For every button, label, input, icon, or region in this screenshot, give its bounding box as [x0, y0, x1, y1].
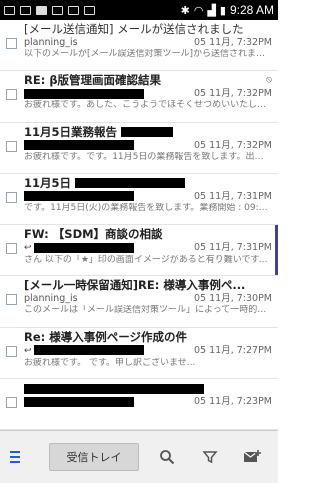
- email-date: 05 11月, 7:23PM: [194, 396, 272, 408]
- app-icon: [52, 5, 63, 15]
- reply-icon: ↩: [24, 345, 32, 356]
- select-checkbox[interactable]: [6, 397, 17, 409]
- email-list[interactable]: [メール送信通知] メールが送信されました planning_is 05 11月…: [0, 20, 278, 430]
- email-preview: このメールは「メール誤送信対策ツール」によって一時的に保留されました。 メールの…: [24, 305, 272, 316]
- redacted-sender: [33, 345, 144, 356]
- select-checkbox[interactable]: [6, 38, 17, 49]
- email-item[interactable]: 11月5日 05 11月, 7:31PM です。11月5日(火)の業務報告を致し…: [0, 174, 278, 226]
- settings-icon: [84, 5, 95, 15]
- email-item[interactable]: [メール一時保留通知]RE: 様導入事例ペ... planning_is 05 …: [0, 276, 278, 328]
- reply-icon: ↩: [24, 243, 32, 254]
- redacted-sender: [33, 242, 134, 253]
- email-subject: 11月5日: [24, 176, 272, 190]
- email-item[interactable]: 05 11月, 7:23PM: [0, 379, 278, 430]
- email-subject: [24, 381, 272, 395]
- email-icon: [20, 5, 31, 15]
- email-date: 05 11月, 7:30PM: [194, 293, 272, 305]
- select-checkbox[interactable]: [6, 294, 17, 306]
- email-item[interactable]: Re: 様導入事例ページ作成の件 ↩ 05 11月, 7:27PM お疲れ様です…: [0, 328, 278, 380]
- email-sender: planning_is: [24, 293, 78, 305]
- email-subject: RE: β版管理画面確認結果: [24, 73, 162, 88]
- email-preview: さん 以下の「★」印の画面イメージがあると有り難いです。 ③ＶＥＣＴＡＮＴＳＤＭ…: [24, 255, 272, 266]
- mail-icon: [4, 5, 15, 15]
- email-date: 05 11月, 7:32PM: [194, 139, 272, 151]
- email-preview: お疲れ様です。あした、こうようでほそくせつめいいたします。管理画面のしゅうせ..…: [24, 100, 272, 111]
- select-checkbox[interactable]: [6, 345, 17, 357]
- email-subject: FW: 【SDM】商談の相談: [24, 227, 163, 242]
- email-item[interactable]: 11月5日業務報告 05 11月, 7:32PM お疲れ様です。です。11月5日…: [0, 123, 278, 174]
- clock: 9:28 AM: [229, 3, 274, 17]
- email-sender: planning_is: [24, 37, 78, 48]
- filter-icon[interactable]: [196, 442, 225, 472]
- image-icon: [36, 5, 47, 15]
- wifi-icon: ◠: [193, 3, 204, 17]
- email-preview: お疲れ様です。です。11月5日の業務報告を致します。出社 09:00 退社 19…: [24, 151, 272, 162]
- compose-icon[interactable]: [239, 442, 268, 472]
- email-item[interactable]: FW: 【SDM】商談の相談 ↩ 05 11月, 7:31PM さん 以下の「★…: [0, 225, 278, 277]
- email-date: 05 11月, 7:32PM: [194, 88, 272, 100]
- email-date: 05 11月, 7:31PM: [194, 190, 272, 202]
- bottom-toolbar: 受信トレイ: [0, 430, 278, 483]
- redacted-sender: [24, 88, 144, 99]
- email-preview: お疲れ様です。 です。申し訳ございませ...: [24, 357, 196, 368]
- email-subject: 11月5日業務報告: [24, 125, 272, 139]
- email-date: 05 11月, 7:31PM: [194, 242, 272, 254]
- attachment-icon: ⦸: [266, 75, 272, 86]
- email-date: 05 11月, 7:32PM: [194, 37, 272, 48]
- inbox-button[interactable]: 受信トレイ: [49, 443, 139, 471]
- bluetooth-icon: ✱: [180, 3, 190, 17]
- email-preview: 以下のメールが[メール誤送信対策ツール]から送信されました。 ----- メール…: [24, 49, 272, 59]
- notification-icons: [4, 5, 95, 15]
- email-subject: [メール送信通知] メールが送信されました: [24, 22, 244, 36]
- select-checkbox[interactable]: [6, 89, 17, 101]
- redacted-sender: [24, 396, 134, 407]
- download-icon: [68, 5, 79, 15]
- email-date: 05 11月, 7:27PM: [194, 344, 272, 356]
- status-bar: ✱ ◠ ▟ ▮ 9:28 AM: [0, 0, 278, 20]
- menu-icon[interactable]: [10, 446, 31, 468]
- redacted-sender: [24, 191, 134, 202]
- email-item[interactable]: [メール送信通知] メールが送信されました planning_is 05 11月…: [0, 20, 278, 72]
- email-subject: [メール一時保留通知]RE: 様導入事例ペ...: [24, 278, 246, 293]
- signal-icon: ▟: [207, 3, 216, 17]
- email-preview: です。11月5日(火)の業務報告を致します。業務開始 : 09:00 業務終了 …: [24, 202, 272, 213]
- email-subject: Re: 様導入事例ページ作成の件: [24, 329, 188, 344]
- select-checkbox[interactable]: [6, 140, 17, 152]
- select-checkbox[interactable]: [6, 243, 17, 255]
- redacted-sender: [24, 140, 134, 151]
- selection-marker: [275, 225, 278, 276]
- search-icon[interactable]: [153, 442, 182, 472]
- select-checkbox[interactable]: [6, 191, 17, 203]
- battery-icon: ▮: [219, 3, 226, 17]
- email-item[interactable]: ⦸ RE: β版管理画面確認結果 05 11月, 7:32PM お疲れ様です。あ…: [0, 71, 278, 123]
